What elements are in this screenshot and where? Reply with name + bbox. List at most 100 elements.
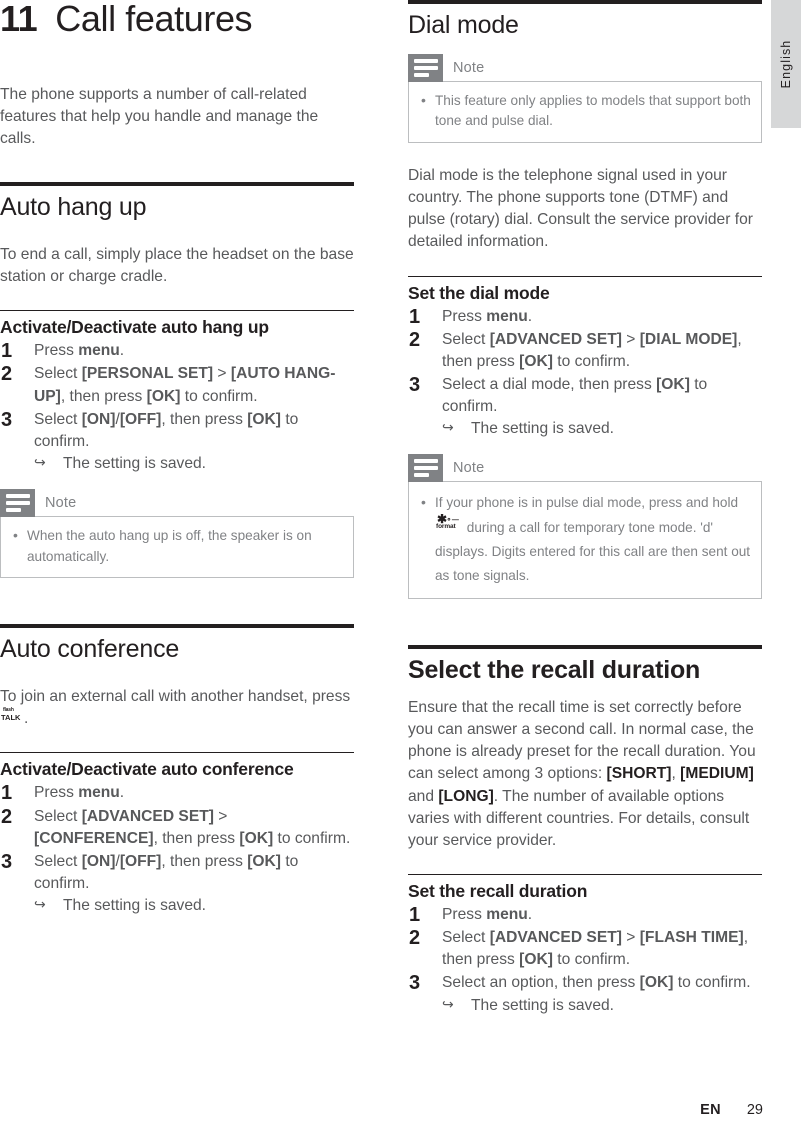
subsection-rule-activate-auto-conference xyxy=(0,752,354,754)
step-result: ↪ The setting is saved. xyxy=(442,418,762,440)
step-item: 3 Select [ON]/[OFF], then press [OK] to c… xyxy=(0,409,354,475)
page-footer: EN 29 xyxy=(0,1102,771,1118)
section-heading-auto-hang-up: Auto hang up xyxy=(0,193,147,222)
note-title: Note xyxy=(453,460,485,477)
note-title: Note xyxy=(453,59,485,76)
section-heading-recall-duration: Select the recall duration xyxy=(408,656,701,685)
step-result: ↪ The setting is saved. xyxy=(34,895,354,917)
page-title: 11 Call features xyxy=(0,0,354,38)
note-box-dial-mode-top: Note This feature only applies to models… xyxy=(408,53,762,144)
subsection-heading-set-dial-mode: Set the dial mode xyxy=(408,282,550,303)
chapter-title-text: Call features xyxy=(55,0,253,39)
step-text: Select [ADVANCED SET] > [FLASH TIME], th… xyxy=(442,929,749,969)
steps-activate-auto-hang-up: 1 Press menu. 2 Select [PERSONAL SET] > [AU… xyxy=(0,340,354,475)
section-rule-recall-duration xyxy=(408,645,762,650)
step-number: 3 xyxy=(409,972,421,995)
subsection-rule-activate-auto-hang-up xyxy=(0,310,354,312)
step-number: 1 xyxy=(409,305,421,328)
step-result-text: The setting is saved. xyxy=(63,454,207,472)
step-number: 2 xyxy=(409,927,421,950)
step-result-text: The setting is saved. xyxy=(471,996,615,1014)
note-header: Note xyxy=(408,454,762,483)
steps-set-recall-duration: 1 Press menu. 2 Select [ADVANCED SET] > [FL… xyxy=(408,904,762,1017)
note-header: Note xyxy=(408,53,762,82)
step-number: 3 xyxy=(409,374,421,397)
note-item-list: When the auto hang up is off, the speake… xyxy=(11,525,343,567)
step-item: 2 Select [PERSONAL SET] > [AUTO HANG-UP],… xyxy=(0,363,354,407)
chapter-number: 11 xyxy=(0,0,38,39)
step-result: ↪ The setting is saved. xyxy=(442,995,762,1017)
auto-conference-body-text: To join an external call with another ha… xyxy=(0,688,351,706)
step-result: ↪ The setting is saved. xyxy=(34,453,354,475)
step-item: 3 Select an option, then press [OK] to co… xyxy=(408,972,762,1016)
result-arrow-icon: ↪ xyxy=(442,995,454,1012)
note-body: This feature only applies to models that… xyxy=(408,80,762,144)
footer-language-code: EN xyxy=(700,1102,721,1118)
manual-page: English 11 Call features The phone suppo… xyxy=(0,0,801,1126)
step-text: Press menu. xyxy=(34,342,125,360)
step-item: 1 Press menu. xyxy=(408,904,762,926)
section-heading-dial-mode: Dial mode xyxy=(408,11,519,39)
note-icon xyxy=(0,489,35,518)
step-number: 3 xyxy=(1,850,13,873)
subsection-rule-set-recall-duration xyxy=(408,873,762,875)
note-item: When the auto hang up is off, the speake… xyxy=(11,525,343,567)
note-title: Note xyxy=(45,495,77,512)
step-number: 1 xyxy=(1,340,13,363)
step-text: Select [ON]/[OFF], then press [OK] to co… xyxy=(34,410,299,450)
section-rule-dial-mode xyxy=(408,0,762,4)
note-item-list: If your phone is in pulse dial mode, pre… xyxy=(419,490,751,588)
step-item: 1 Press menu. xyxy=(0,340,354,362)
auto-conference-body: To join an external call with another ha… xyxy=(0,686,354,730)
step-number: 1 xyxy=(409,903,421,926)
note-header: Note xyxy=(0,489,354,518)
language-tab: English xyxy=(771,0,801,128)
steps-activate-auto-conference: 1 Press menu. 2 Select [ADVANCED SET] > [CO… xyxy=(0,782,354,917)
step-item: 1 Press menu. xyxy=(0,782,354,804)
step-number: 2 xyxy=(1,363,13,386)
note-item-text-before-key: If your phone is in pulse dial mode, pre… xyxy=(435,495,739,511)
section-heading-auto-conference: Auto conference xyxy=(0,635,180,664)
result-arrow-icon: ↪ xyxy=(34,896,46,913)
subsection-heading-activate-auto-hang-up: Activate/Deactivate auto hang up xyxy=(0,317,269,338)
step-item: 2 Select [ADVANCED SET] > [CONFERENCE], t… xyxy=(0,806,354,850)
recall-duration-body: Ensure that the recall time is set corre… xyxy=(408,698,756,849)
section-rule-auto-conference xyxy=(0,624,354,629)
note-item-text-after-key: during a call for temporary tone mode. '… xyxy=(435,519,751,584)
step-result-text: The setting is saved. xyxy=(471,420,615,438)
step-item: 3 Select a dial mode, then press [OK] to … xyxy=(408,374,762,440)
step-text: Select [PERSONAL SET] > [AUTO HANG-UP], … xyxy=(34,365,336,405)
auto-conference-body-period: . xyxy=(24,710,29,728)
flash-talk-key-bottom-label: TALK xyxy=(1,713,21,723)
chapter-intro-text: The phone supports a number of call-rela… xyxy=(0,85,319,148)
star-format-key-icon: ✱ ⚬— format xyxy=(436,513,462,534)
note-item: This feature only applies to models that… xyxy=(419,90,751,132)
note-icon xyxy=(408,454,443,483)
step-text: Press menu. xyxy=(442,307,533,325)
star-format-key-label: format xyxy=(436,522,456,530)
step-number: 1 xyxy=(1,782,13,805)
step-text: Select an option, then press [OK] to con… xyxy=(442,974,751,992)
footer-page-number: 29 xyxy=(746,1102,763,1118)
note-item: If your phone is in pulse dial mode, pre… xyxy=(419,490,751,588)
step-result-text: The setting is saved. xyxy=(63,897,207,915)
language-tab-label: English xyxy=(779,39,793,89)
step-text: Select a dial mode, then press [OK] to c… xyxy=(442,376,708,416)
section-rule-auto-hang-up xyxy=(0,182,354,187)
left-column: 11 Call features The phone supports a nu… xyxy=(0,0,354,918)
note-body: When the auto hang up is off, the speake… xyxy=(0,516,354,579)
step-item: 2 Select [ADVANCED SET] > [DIAL MODE], th… xyxy=(408,329,762,373)
flash-talk-key-icon: flash TALK xyxy=(1,708,23,724)
step-number: 2 xyxy=(409,328,421,351)
step-text: Select [ADVANCED SET] > [DIAL MODE], the… xyxy=(442,330,742,370)
note-icon xyxy=(408,53,443,82)
note-box-auto-hang-up: Note When the auto hang up is off, the s… xyxy=(0,489,354,579)
subsection-rule-set-dial-mode xyxy=(408,275,762,277)
subsection-heading-set-recall-duration: Set the recall duration xyxy=(408,880,588,901)
step-number: 2 xyxy=(1,805,13,828)
step-item: 2 Select [ADVANCED SET] > [FLASH TIME], t… xyxy=(408,927,762,971)
step-text: Select [ON]/[OFF], then press [OK] to co… xyxy=(34,852,299,892)
result-arrow-icon: ↪ xyxy=(442,419,454,436)
note-body: If your phone is in pulse dial mode, pre… xyxy=(408,481,762,600)
step-text: Press menu. xyxy=(34,784,125,802)
